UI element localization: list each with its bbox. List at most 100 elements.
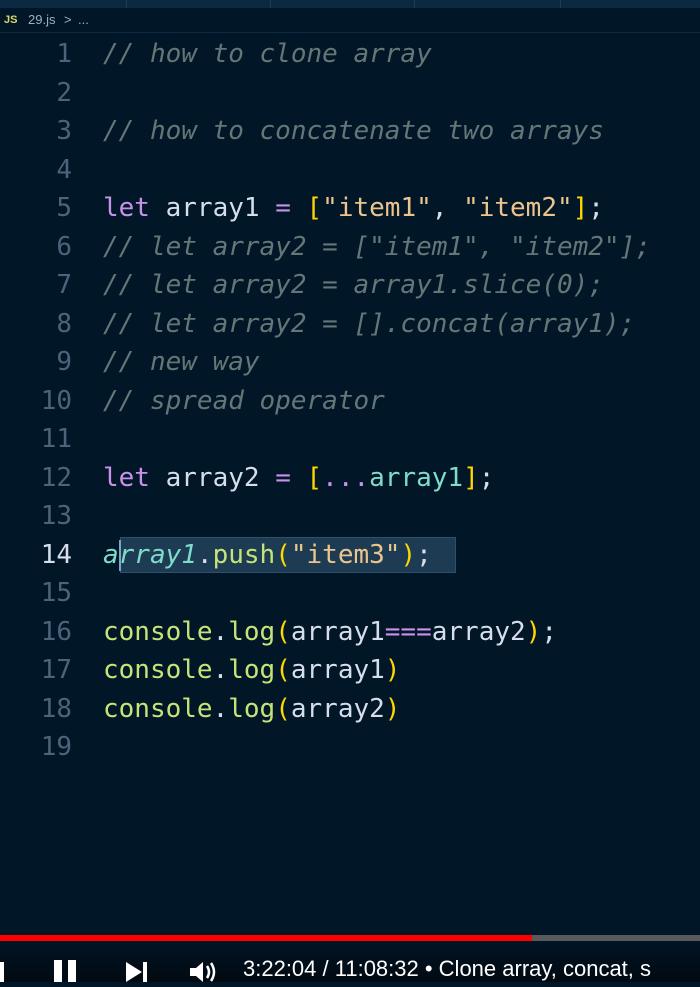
code-line[interactable]: 7 // let array2 = array1.slice(0); xyxy=(0,266,700,305)
code-token: [ xyxy=(306,462,323,493)
code-token: // new way xyxy=(103,347,260,377)
code-token: ( xyxy=(275,539,291,570)
tab-separator xyxy=(560,0,561,8)
line-number: 8 xyxy=(56,308,72,339)
code-line[interactable]: 18 console.log(array2) xyxy=(0,690,700,729)
breadcrumb-more[interactable]: ... xyxy=(78,8,89,32)
code-token: array1 xyxy=(103,539,197,570)
line-number: 17 xyxy=(40,655,72,685)
code-editor[interactable]: 1 // how to clone array 2 3 // how to concat… xyxy=(0,34,700,934)
line-number: 11 xyxy=(40,424,72,454)
tab-separator xyxy=(126,0,127,8)
code-text: // let array2 = [].concat(array1); xyxy=(103,305,635,344)
code-token: ; xyxy=(588,193,604,223)
code-text: let array1 = ["item1", "item2"]; xyxy=(103,189,604,228)
code-text: console.log(array1===array2); xyxy=(103,613,557,652)
code-line[interactable]: 15 xyxy=(0,574,700,613)
code-line[interactable]: 1 // how to clone array xyxy=(0,35,700,74)
code-token: array2 xyxy=(290,693,385,724)
volume-icon[interactable] xyxy=(188,956,218,987)
line-number: 10 xyxy=(40,385,72,416)
code-token: // how to concatenate two arrays xyxy=(103,116,604,146)
code-token: . xyxy=(212,693,229,724)
line-number: 15 xyxy=(40,578,72,608)
line-number: 2 xyxy=(56,77,72,108)
code-token: console xyxy=(103,655,213,685)
code-token: ) xyxy=(384,655,401,685)
line-number: 3 xyxy=(56,116,72,146)
code-token: ( xyxy=(275,693,291,724)
tab-separator xyxy=(270,0,271,8)
code-text: let array2 = [...array1]; xyxy=(103,459,494,498)
code-token: let xyxy=(103,462,150,493)
code-token: // let array2 = [].concat(array1); xyxy=(103,308,636,339)
code-line[interactable]: 10 // spread operator xyxy=(0,382,700,421)
code-text: console.log(array2) xyxy=(103,690,400,729)
tab-separator xyxy=(414,0,415,8)
code-token: ; xyxy=(541,616,557,647)
code-line[interactable]: 12 let array2 = [...array1]; xyxy=(0,459,700,498)
code-text: // let array2 = array1.slice(0); xyxy=(103,266,604,305)
code-token: array2 xyxy=(149,462,276,493)
breadcrumb: JS 29.js > ... xyxy=(0,8,700,33)
code-line[interactable]: 8 // let array2 = [].concat(array1); xyxy=(0,305,700,344)
line-number: 12 xyxy=(40,462,72,493)
code-token: "item1" xyxy=(322,193,432,223)
javascript-file-icon: JS xyxy=(4,14,18,26)
line-number: 13 xyxy=(40,501,72,531)
line-number: 16 xyxy=(40,616,72,647)
code-token: log xyxy=(228,616,276,647)
breadcrumb-file[interactable]: 29.js xyxy=(28,8,55,32)
next-icon[interactable] xyxy=(124,956,152,987)
video-time-and-title: 3:22:04 / 11:08:32 • Clone array, concat… xyxy=(243,956,652,981)
code-text: array1.push("item3"); xyxy=(103,536,432,575)
code-token: ] xyxy=(463,462,479,493)
code-line[interactable]: 19 xyxy=(0,728,700,767)
code-token: console xyxy=(103,616,213,647)
code-text: console.log(array1) xyxy=(103,651,400,690)
code-line[interactable]: 13 xyxy=(0,497,700,536)
line-number: 19 xyxy=(40,732,72,762)
code-text: // spread operator xyxy=(103,382,385,421)
code-line[interactable]: 11 xyxy=(0,420,700,459)
pause-icon[interactable] xyxy=(52,956,80,987)
code-token: ; xyxy=(416,539,432,570)
video-progress-bar[interactable] xyxy=(0,935,700,941)
code-line[interactable]: 2 xyxy=(0,74,700,113)
code-token: ... xyxy=(322,462,370,493)
code-token: // how to clone array xyxy=(103,39,432,69)
code-token: array1 xyxy=(290,655,385,685)
code-text: // how to concatenate two arrays xyxy=(103,112,604,151)
code-line[interactable]: 16 console.log(array1===array2); xyxy=(0,613,700,652)
line-number: 9 xyxy=(56,347,72,377)
code-token: array2 xyxy=(431,616,526,647)
code-token: [ xyxy=(306,193,323,223)
code-token: ( xyxy=(275,616,291,647)
code-text: // new way xyxy=(103,343,260,382)
line-number: 4 xyxy=(56,154,72,185)
line-number: 5 xyxy=(56,193,72,223)
code-line[interactable]: 3 // how to concatenate two arrays xyxy=(0,112,700,151)
code-token: array1 xyxy=(149,193,276,223)
code-line[interactable]: 14 array1.push("item3"); xyxy=(0,536,700,575)
prev-icon[interactable] xyxy=(0,956,6,987)
code-token: ] xyxy=(572,193,589,223)
line-number: 14 xyxy=(40,539,72,570)
line-number: 7 xyxy=(56,270,72,300)
code-token: . xyxy=(212,655,229,685)
code-line[interactable]: 6 // let array2 = ["item1", "item2"]; xyxy=(0,228,700,267)
code-line[interactable]: 17 console.log(array1) xyxy=(0,651,700,690)
line-number: 6 xyxy=(56,231,72,262)
code-text: // let array2 = ["item1", "item2"]; xyxy=(103,228,651,267)
line-number: 1 xyxy=(56,39,72,69)
code-token: ) xyxy=(525,616,542,647)
code-token: ) xyxy=(400,539,417,570)
code-line[interactable]: 9 // new way xyxy=(0,343,700,382)
code-token: log xyxy=(228,655,276,685)
code-line[interactable]: 5 let array1 = ["item1", "item2"]; xyxy=(0,189,700,228)
code-line[interactable]: 4 xyxy=(0,151,700,190)
code-token: ( xyxy=(275,655,291,685)
code-text: // how to clone array xyxy=(103,35,432,74)
